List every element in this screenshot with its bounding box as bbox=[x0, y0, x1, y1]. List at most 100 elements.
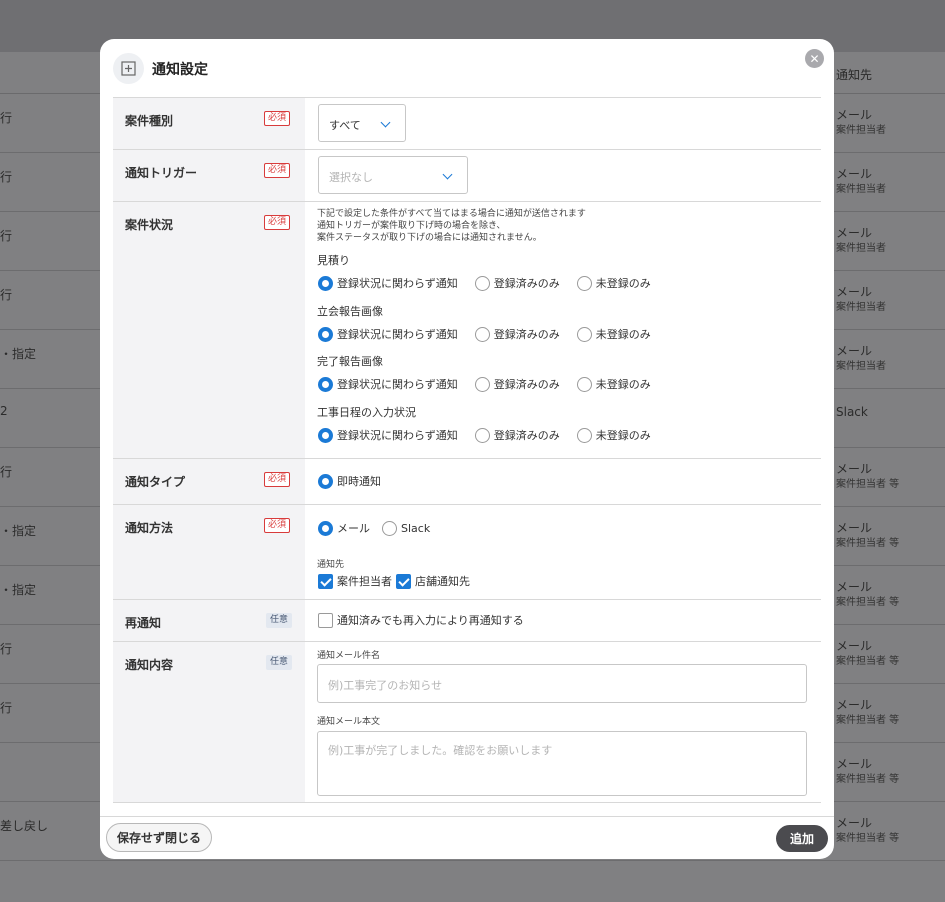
background-row-left-text: ・指定 bbox=[0, 583, 37, 597]
radio-option-slack[interactable]: Slack bbox=[382, 520, 430, 536]
trigger-select[interactable]: 選択なし bbox=[318, 156, 468, 194]
trigger-placeholder: 選択なし bbox=[329, 171, 373, 184]
radio-button[interactable] bbox=[474, 376, 490, 392]
background-row-notify-method: メール 案件担当者 等 bbox=[836, 461, 899, 493]
project-type-value: すべて bbox=[329, 119, 361, 132]
background-row-notify-method: メール 案件担当者 bbox=[836, 225, 886, 257]
status-note-line: 案件ステータスが取り下げの場合には通知されません。 bbox=[317, 233, 542, 243]
modal-footer: 保存せず閉じる 追加 bbox=[100, 816, 834, 859]
required-badge: 必須 bbox=[264, 163, 291, 178]
radio-button[interactable] bbox=[576, 427, 592, 443]
recipients-label: 通知先 bbox=[317, 560, 345, 570]
radio-button[interactable] bbox=[576, 275, 592, 291]
background-row-recipients: 案件担当者 bbox=[836, 361, 886, 372]
status-group-options: 登録状況に関わらず通知 登録済みのみ 未登録のみ bbox=[318, 326, 668, 342]
checkbox[interactable] bbox=[318, 612, 333, 628]
add-button[interactable]: 追加 bbox=[776, 825, 828, 852]
project-type-select[interactable]: すべて bbox=[318, 104, 406, 142]
trigger-label: 通知トリガー bbox=[125, 166, 198, 180]
required-badge: 必須 bbox=[264, 215, 291, 230]
background-row-notify-method: メール 案件担当者 等 bbox=[836, 697, 899, 729]
background-row-method: Slack bbox=[836, 405, 868, 419]
radio-button[interactable] bbox=[318, 473, 333, 489]
background-row-notify-method: メール 案件担当者 bbox=[836, 107, 886, 139]
background-row-notify-method: メール 案件担当者 等 bbox=[836, 579, 899, 611]
label-cell: 案件状況 必須 bbox=[113, 202, 305, 458]
checkbox-label: 案件担当者 bbox=[337, 575, 392, 588]
radio-button[interactable] bbox=[474, 275, 490, 291]
background-row-method: メール bbox=[836, 639, 873, 653]
radio-label: 未登録のみ bbox=[595, 277, 651, 290]
row-notify-method: 通知方法 必須 メール Slack 通知先 案件担当者 店舗通知先 bbox=[113, 505, 821, 600]
background-row-method: メール bbox=[836, 108, 873, 122]
background-row-left-text: 行 bbox=[0, 111, 13, 125]
background-row-recipients: 案件担当者 等 bbox=[836, 715, 900, 726]
radio-option[interactable]: 登録済みのみ bbox=[474, 326, 560, 342]
background-row-recipients: 案件担当者 bbox=[836, 125, 886, 136]
background-row-left-text: 行 bbox=[0, 465, 13, 479]
notify-method-label: 通知方法 bbox=[125, 521, 174, 535]
checkbox[interactable] bbox=[396, 573, 411, 589]
background-row-left-text: ・指定 bbox=[0, 347, 37, 361]
status-note-line: 下記で設定した条件がすべて当てはまる場合に通知が送信されます bbox=[317, 209, 586, 219]
checkbox-option-renotify[interactable]: 通知済みでも再入力により再通知する bbox=[318, 612, 524, 628]
renotify-label: 再通知 bbox=[125, 616, 162, 630]
radio-option[interactable]: 未登録のみ bbox=[576, 326, 651, 342]
radio-button[interactable] bbox=[576, 326, 592, 342]
radio-option[interactable]: 即時通知 bbox=[318, 473, 381, 489]
label-cell: 案件種別 必須 bbox=[113, 98, 305, 149]
radio-option[interactable]: 登録状況に関わらず通知 bbox=[318, 326, 458, 342]
radio-button[interactable] bbox=[318, 427, 333, 443]
radio-button[interactable] bbox=[474, 326, 490, 342]
background-row-notify-method: メール 案件担当者 bbox=[836, 166, 886, 198]
settings-form: 案件種別 必須 すべて 通知トリガー 必須 選択なし 案件状況 必須 下記で設定… bbox=[113, 97, 821, 803]
row-status: 案件状況 必須 下記で設定した条件がすべて当てはまる場合に通知が送信されます 通… bbox=[113, 202, 821, 459]
checkbox-option-assignee[interactable]: 案件担当者 bbox=[318, 573, 392, 589]
subject-input[interactable]: 例)工事完了のお知らせ bbox=[317, 664, 807, 703]
radio-button[interactable] bbox=[318, 376, 333, 392]
radio-button[interactable] bbox=[318, 326, 333, 342]
background-row-notify-method: メール 案件担当者 等 bbox=[836, 815, 899, 847]
radio-option[interactable]: 未登録のみ bbox=[576, 376, 651, 392]
radio-button[interactable] bbox=[318, 275, 333, 291]
radio-option[interactable]: 登録状況に関わらず通知 bbox=[318, 275, 458, 291]
background-row-method: メール bbox=[836, 285, 873, 299]
row-project-type: 案件種別 必須 すべて bbox=[113, 98, 821, 150]
background-row-notify-method: メール 案件担当者 等 bbox=[836, 520, 899, 552]
label-cell: 通知方法 必須 bbox=[113, 505, 305, 599]
background-row-left-text: 差し戻し bbox=[0, 819, 49, 833]
chevron-down-icon bbox=[442, 169, 453, 180]
radio-label: 未登録のみ bbox=[595, 429, 651, 442]
radio-option[interactable]: 未登録のみ bbox=[576, 275, 651, 291]
background-row-notify-method: メール 案件担当者 等 bbox=[836, 638, 899, 670]
status-group-options: 登録状況に関わらず通知 登録済みのみ 未登録のみ bbox=[318, 275, 668, 291]
modal-title: 通知設定 bbox=[152, 62, 208, 78]
radio-option[interactable]: 登録済みのみ bbox=[474, 275, 560, 291]
plus-square-icon bbox=[113, 53, 144, 84]
chevron-down-icon bbox=[380, 117, 391, 128]
radio-button[interactable] bbox=[318, 520, 333, 536]
background-row-left-text: 行 bbox=[0, 288, 13, 302]
radio-label: 即時通知 bbox=[337, 475, 381, 488]
radio-button[interactable] bbox=[382, 520, 397, 536]
close-without-saving-button[interactable]: 保存せず閉じる bbox=[106, 823, 212, 852]
radio-option-mail[interactable]: メール bbox=[318, 520, 370, 536]
background-row-recipients: 案件担当者 等 bbox=[836, 597, 900, 608]
optional-badge: 任意 bbox=[266, 655, 293, 670]
background-row-method: メール bbox=[836, 757, 873, 771]
radio-label: 登録状況に関わらず通知 bbox=[337, 328, 458, 341]
body-textarea[interactable]: 例)工事が完了しました。確認をお願いします bbox=[317, 731, 807, 796]
radio-button[interactable] bbox=[474, 427, 490, 443]
radio-option[interactable]: 登録済みのみ bbox=[474, 427, 560, 443]
radio-option[interactable]: 未登録のみ bbox=[576, 427, 651, 443]
radio-button[interactable] bbox=[576, 376, 592, 392]
close-button[interactable]: ✕ bbox=[805, 49, 824, 68]
checkbox-option-store[interactable]: 店舗通知先 bbox=[396, 573, 470, 589]
value-cell: 即時通知 bbox=[305, 459, 821, 504]
label-cell: 通知トリガー 必須 bbox=[113, 150, 305, 201]
checkbox[interactable] bbox=[318, 573, 333, 589]
radio-option[interactable]: 登録済みのみ bbox=[474, 376, 560, 392]
radio-option[interactable]: 登録状況に関わらず通知 bbox=[318, 376, 458, 392]
required-badge: 必須 bbox=[264, 518, 291, 533]
radio-option[interactable]: 登録状況に関わらず通知 bbox=[318, 427, 458, 443]
